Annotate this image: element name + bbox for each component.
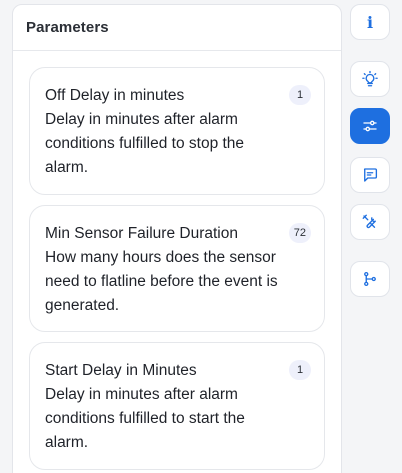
parameter-value-badge: 72 — [288, 223, 311, 243]
info-icon: i — [366, 12, 374, 32]
parameter-description: How many hours does the sensor need to f… — [45, 249, 278, 314]
parameter-card-min-sensor-failure[interactable]: Min Sensor Failure Duration How many hou… — [29, 205, 325, 332]
parameters-button[interactable] — [350, 108, 390, 144]
parameter-card-start-delay[interactable]: Start Delay in Minutes Delay in minutes … — [29, 342, 325, 470]
insights-button[interactable] — [350, 61, 390, 97]
panel-title: Parameters — [26, 19, 109, 36]
parameter-description: Delay in minutes after alarm conditions … — [45, 111, 245, 176]
info-button[interactable]: i — [350, 4, 390, 40]
parameter-name: Off Delay in minutes — [45, 87, 185, 104]
parameter-name: Min Sensor Failure Duration — [45, 225, 238, 242]
parameter-name: Start Delay in Minutes — [45, 362, 197, 379]
parameter-value-badge: 1 — [289, 85, 311, 105]
lightbulb-icon — [362, 70, 378, 87]
parameter-description: Delay in minutes after alarm conditions … — [45, 386, 245, 451]
comments-button[interactable] — [350, 157, 390, 193]
sliders-icon — [363, 120, 377, 132]
parameter-list: Off Delay in minutes Delay in minutes af… — [13, 51, 341, 470]
tools-button[interactable] — [350, 204, 390, 240]
parameter-card-off-delay[interactable]: Off Delay in minutes Delay in minutes af… — [29, 67, 325, 195]
tools-icon — [362, 214, 376, 229]
flow-icon — [364, 271, 376, 287]
panel-header: Parameters — [13, 5, 341, 51]
parameters-panel: Parameters Off Delay in minutes Delay in… — [12, 4, 342, 473]
flow-button[interactable] — [350, 261, 390, 297]
parameter-value-badge: 1 — [289, 360, 311, 380]
chat-icon — [363, 168, 378, 182]
